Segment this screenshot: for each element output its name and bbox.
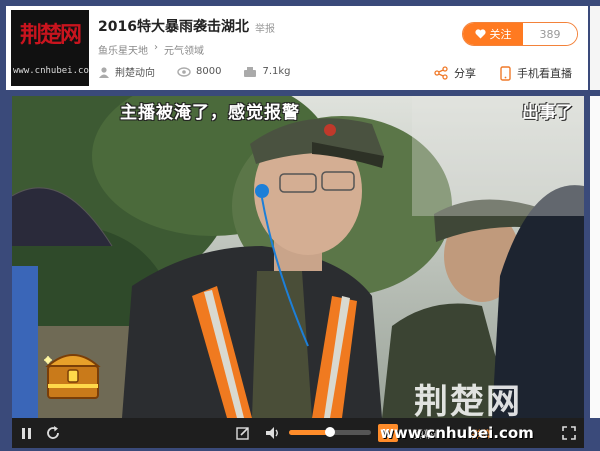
crumb-separator: › <box>154 42 158 53</box>
video-player[interactable]: 主播被淹了，感觉报警 出事了 荆楚网 <box>12 96 584 418</box>
volume-button[interactable] <box>262 418 284 448</box>
volume-slider[interactable] <box>289 427 371 437</box>
share-label: 分享 <box>454 67 476 80</box>
volume-icon <box>266 427 278 439</box>
treasure-chest-icon[interactable] <box>34 340 106 406</box>
danmu-marquee: 出事了 <box>522 103 573 123</box>
room-stats: 荆楚动向 8000 7.1kg <box>98 64 313 79</box>
viewers-stat: 8000 <box>177 66 221 78</box>
eye-icon <box>177 66 191 77</box>
follow-group: 关注 389 <box>462 22 578 46</box>
refresh-icon <box>47 426 59 439</box>
side-panel-edge-lower <box>590 96 600 418</box>
room-cover-image[interactable]: 荆楚网 www.cnhubei.com <box>11 10 89 86</box>
crumb-subcategory[interactable]: 元气领域 <box>164 42 204 57</box>
phone-watch-label: 手机看直播 <box>517 67 572 80</box>
host-name: 荆楚动向 <box>115 68 155 79</box>
cover-logo: 荆楚网 <box>19 22 82 48</box>
follow-button[interactable]: 关注 <box>463 23 523 45</box>
phone-watch-button[interactable]: 手机看直播 <box>500 65 572 81</box>
cover-url: www.cnhubei.com <box>13 66 89 76</box>
breadcrumb: 鱼乐星天地 › 元气领域 <box>98 42 204 57</box>
weight-icon <box>244 66 257 77</box>
pause-icon <box>22 427 31 439</box>
pause-button[interactable] <box>16 418 38 448</box>
volume-fill <box>289 430 330 435</box>
room-title: 2016特大暴雨袭击湖北 <box>98 19 249 35</box>
weight-value: 7.1kg <box>262 66 291 77</box>
site-url-watermark: www.cnhubei.com <box>380 424 534 442</box>
crumb-category[interactable]: 鱼乐星天地 <box>98 42 148 57</box>
weight-stat: 7.1kg <box>243 66 291 78</box>
report-link[interactable]: 举报 <box>255 20 275 35</box>
video-subtitle: 主播被淹了，感觉报警 <box>120 103 300 123</box>
edit-button[interactable] <box>232 418 254 448</box>
fullscreen-icon <box>562 426 576 440</box>
follow-label: 关注 <box>489 28 512 41</box>
room-info-panel: 荆楚网 www.cnhubei.com 2016特大暴雨袭击湖北 举报 鱼乐星天… <box>6 6 588 90</box>
side-panel-edge <box>590 6 600 90</box>
edit-icon <box>236 427 249 440</box>
user-icon <box>99 66 109 78</box>
site-watermark: 荆楚网 <box>414 374 584 418</box>
refresh-button[interactable] <box>42 418 64 448</box>
fullscreen-button[interactable] <box>558 418 580 448</box>
volume-knob[interactable] <box>325 427 335 437</box>
follow-count: 389 <box>523 23 577 45</box>
phone-icon <box>500 65 511 81</box>
heart-icon <box>474 29 486 39</box>
host-stat[interactable]: 荆楚动向 <box>98 64 155 79</box>
share-button[interactable]: 分享 <box>434 65 476 81</box>
viewer-count: 8000 <box>196 66 222 77</box>
share-icon <box>434 66 448 80</box>
watermark-text: 荆楚网 <box>414 382 522 418</box>
